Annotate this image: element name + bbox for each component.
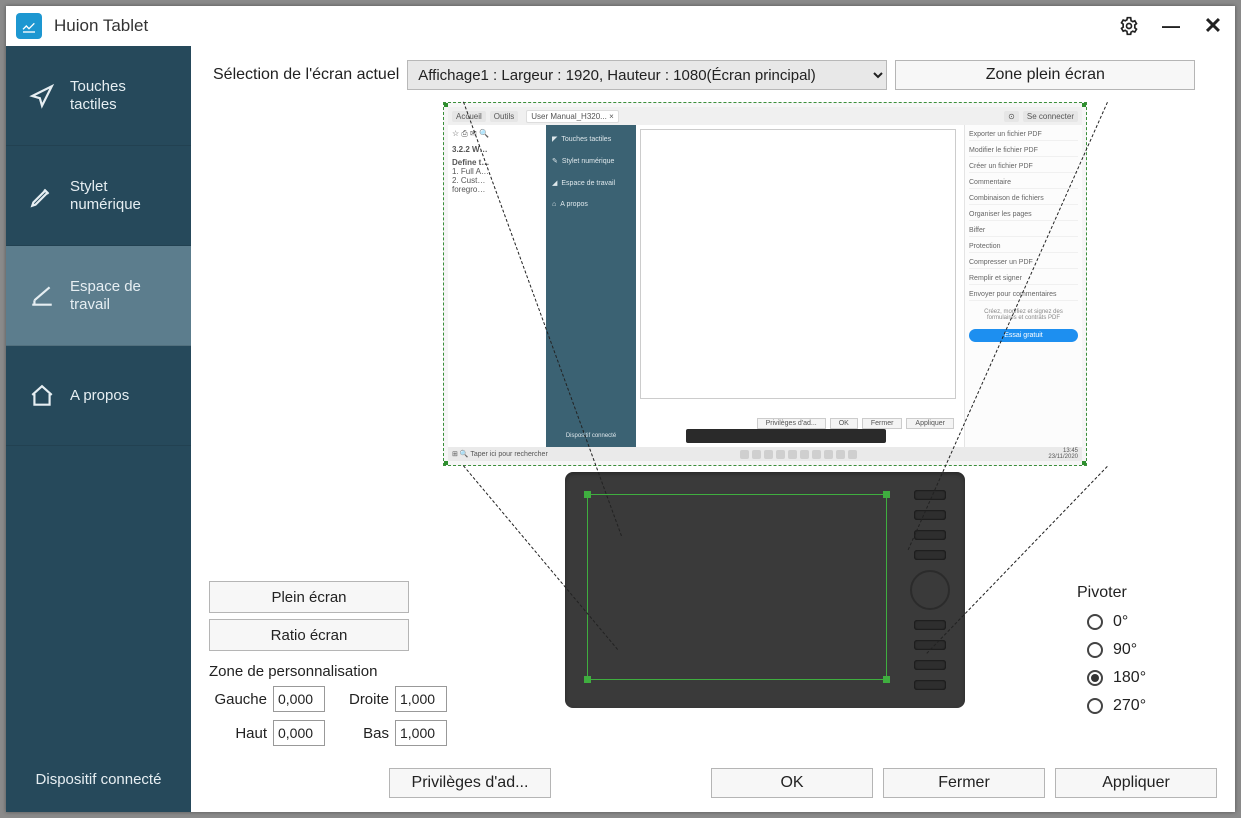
custom-area-label: Zone de personnalisation (209, 663, 453, 680)
rotate-option-0[interactable]: 0° (1077, 608, 1217, 636)
sidebar-item-label: Espace de travail (70, 278, 175, 314)
tablet-preview[interactable] (565, 472, 965, 708)
rotate-panel: Pivoter 0° 90° 180° 270° (1077, 102, 1217, 750)
sidebar-item-touch-keys[interactable]: Touches tactiles (6, 46, 191, 146)
coord-label-top: Haut (209, 725, 267, 742)
tablet-handle-br[interactable] (883, 676, 890, 683)
tablet-handle-bl[interactable] (584, 676, 591, 683)
privileges-button[interactable]: Privilèges d'ad... (389, 768, 551, 798)
area-controls: Plein écran Ratio écran Zone de personna… (203, 102, 453, 750)
tablet-key (914, 620, 946, 630)
tablet-active-area[interactable] (587, 494, 887, 680)
display-selection-label: Sélection de l'écran actuel (213, 66, 399, 84)
rotate-option-label: 270° (1113, 697, 1146, 715)
screen-preview[interactable]: AccueilOutils User Manual_H320... × ⊙ Se… (443, 102, 1087, 466)
dialog-footer: Privilèges d'ad... OK Fermer Appliquer (191, 758, 1235, 812)
tablet-side-buttons (905, 490, 955, 690)
app-icon (16, 13, 42, 39)
cursor-icon (28, 82, 56, 110)
close-button[interactable]: Fermer (883, 768, 1045, 798)
sidebar-item-about[interactable]: A propos (6, 346, 191, 446)
fullscreen-button[interactable]: Plein écran (209, 581, 409, 613)
radio-icon (1087, 614, 1103, 630)
sidebar-item-label: Touches tactiles (70, 78, 175, 114)
device-status: Dispositif connecté (6, 757, 191, 812)
radio-icon (1087, 670, 1103, 686)
coord-input-top[interactable] (273, 720, 325, 746)
coord-grid: Gauche Droite Haut Bas (209, 686, 453, 746)
home-icon (28, 382, 56, 410)
tablet-key (914, 510, 946, 520)
coord-input-right[interactable] (395, 686, 447, 712)
app-window: Huion Tablet — ✕ Touches tactiles Stylet… (6, 6, 1235, 812)
screen-handle-bl[interactable] (443, 461, 448, 466)
sidebar: Touches tactiles Stylet numérique Espace… (6, 46, 191, 812)
screen-handle-br[interactable] (1082, 461, 1087, 466)
radio-icon (1087, 642, 1103, 658)
rotate-option-180[interactable]: 180° (1077, 664, 1217, 692)
tablet-key (914, 680, 946, 690)
coord-input-bottom[interactable] (395, 720, 447, 746)
full-area-button[interactable]: Zone plein écran (895, 60, 1195, 90)
settings-icon[interactable] (1117, 14, 1141, 38)
main-panel: Sélection de l'écran actuel Affichage1 :… (191, 46, 1235, 812)
tablet-dial (910, 570, 950, 610)
minimize-icon[interactable]: — (1159, 14, 1183, 38)
sidebar-item-label: A propos (70, 387, 175, 405)
window-controls: — ✕ (1117, 14, 1225, 38)
screen-handle-tr[interactable] (1082, 102, 1087, 107)
rotate-option-label: 90° (1113, 641, 1137, 659)
coord-label-right: Droite (339, 691, 389, 708)
screen-ratio-button[interactable]: Ratio écran (209, 619, 409, 651)
sidebar-item-pen[interactable]: Stylet numérique (6, 146, 191, 246)
pen-icon (28, 182, 56, 210)
close-icon[interactable]: ✕ (1201, 14, 1225, 38)
rotate-option-270[interactable]: 270° (1077, 692, 1217, 720)
preview-area: AccueilOutils User Manual_H320... × ⊙ Se… (463, 102, 1067, 750)
radio-icon (1087, 698, 1103, 714)
display-select[interactable]: Affichage1 : Largeur : 1920, Hauteur : 1… (407, 60, 887, 90)
tablet-handle-tr[interactable] (883, 491, 890, 498)
coord-label-bottom: Bas (339, 725, 389, 742)
titlebar: Huion Tablet — ✕ (6, 6, 1235, 46)
coord-label-left: Gauche (209, 691, 267, 708)
apply-button[interactable]: Appliquer (1055, 768, 1217, 798)
rotate-option-label: 180° (1113, 669, 1146, 687)
sidebar-item-label: Stylet numérique (70, 178, 175, 214)
display-selection-row: Sélection de l'écran actuel Affichage1 :… (191, 46, 1235, 94)
tablet-handle-tl[interactable] (584, 491, 591, 498)
tablet-key (914, 550, 946, 560)
rotate-option-label: 0° (1113, 613, 1128, 631)
tablet-key (914, 530, 946, 540)
tablet-key (914, 660, 946, 670)
workspace-icon (28, 282, 56, 310)
coord-input-left[interactable] (273, 686, 325, 712)
ok-button[interactable]: OK (711, 768, 873, 798)
rotate-title: Pivoter (1077, 584, 1217, 602)
sidebar-item-workspace[interactable]: Espace de travail (6, 246, 191, 346)
app-title: Huion Tablet (54, 16, 1117, 36)
rotate-option-90[interactable]: 90° (1077, 636, 1217, 664)
screen-preview-content: AccueilOutils User Manual_H320... × ⊙ Se… (448, 107, 1082, 461)
